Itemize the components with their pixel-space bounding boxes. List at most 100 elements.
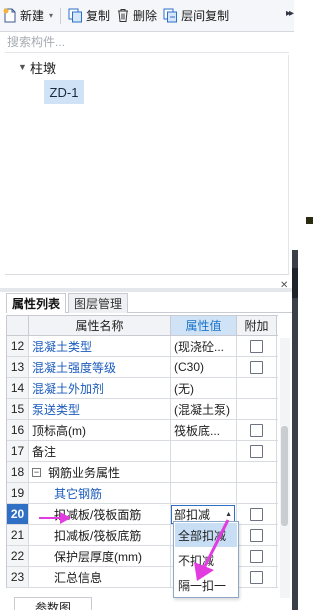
tree-node-column-pier[interactable]: ▼ 柱墩 — [18, 57, 56, 77]
property-value[interactable]: (C30) — [171, 357, 237, 377]
header-row-number — [7, 316, 29, 335]
attach-cell — [237, 462, 277, 482]
delete-label: 删除 — [133, 9, 158, 23]
search-box — [5, 33, 289, 53]
panel-divider[interactable] — [0, 288, 292, 292]
table-row[interactable]: 17 备注 — [7, 441, 278, 462]
dropdown-caret-icon[interactable]: ▲ — [225, 511, 232, 518]
close-icon[interactable]: ✕ — [280, 280, 288, 291]
group-name-cell: − 钢筋业务属性 — [29, 462, 171, 482]
property-name: 混凝土外加剂 — [29, 378, 171, 398]
row-number: 18 — [7, 462, 29, 482]
more-icon[interactable]: ▸▸ — [286, 8, 294, 19]
property-name: 顶标高(m) — [29, 420, 171, 440]
tree-node-zd-1[interactable]: ZD-1 — [44, 80, 84, 104]
attach-cell — [237, 546, 277, 566]
property-name: 其它钢筋 — [29, 483, 171, 503]
edge-marker — [306, 217, 313, 224]
attach-checkbox[interactable] — [250, 423, 263, 437]
table-row[interactable]: 16 顶标高(m) 筏板底... — [7, 420, 278, 441]
attach-cell — [237, 378, 277, 398]
tab-layer-management[interactable]: 图层管理 — [68, 293, 129, 313]
table-row[interactable]: 15 泵送类型 (混凝土泵) — [7, 399, 278, 420]
property-value[interactable]: (混凝土泵) — [171, 399, 237, 419]
new-button[interactable]: 新建 ▾ — [0, 5, 56, 27]
row-number: 23 — [7, 567, 29, 587]
row-number: 15 — [7, 399, 29, 419]
toolbar: 新建 ▾ 复制 删除 层间复制 ▸▸ — [0, 0, 294, 32]
dropdown-option-all-deduct[interactable]: 全部扣减 — [175, 523, 237, 547]
splitter-handle[interactable] — [292, 268, 298, 298]
delete-button[interactable]: 删除 — [113, 5, 160, 27]
row-number: 12 — [7, 336, 29, 356]
attach-checkbox[interactable] — [250, 570, 263, 584]
parameter-diagram-tab[interactable]: 参数图 — [14, 597, 92, 610]
floor-copy-button[interactable]: 层间复制 — [160, 5, 232, 27]
property-value[interactable]: 筏板底... — [171, 420, 237, 440]
table-row[interactable]: 12 混凝土类型 (现浇砼... — [7, 336, 278, 357]
table-row-group[interactable]: 18 − 钢筋业务属性 — [7, 462, 278, 483]
attach-checkbox[interactable] — [250, 339, 263, 353]
table-row[interactable]: 14 混凝土外加剂 (无) — [7, 378, 278, 399]
property-name: 扣减板/筏板底筋 — [29, 525, 171, 545]
attach-cell — [237, 483, 277, 503]
tree-node-label: 柱墩 — [30, 60, 57, 76]
row-number: 14 — [7, 378, 29, 398]
property-name: 扣减板/筏板面筋 — [29, 504, 171, 524]
attach-checkbox[interactable] — [250, 360, 263, 374]
tab-property-list[interactable]: 属性列表 — [6, 293, 67, 313]
header-property-value: 属性值 — [171, 316, 237, 335]
property-name: 混凝土类型 — [29, 336, 171, 356]
copy-label: 复制 — [86, 9, 111, 23]
attach-checkbox[interactable] — [250, 528, 263, 542]
floor-copy-icon — [163, 8, 178, 23]
row-number: 19 — [7, 483, 29, 503]
copy-icon — [68, 8, 83, 23]
search-input[interactable] — [5, 33, 289, 51]
property-name: 保护层厚度(mm) — [29, 546, 171, 566]
attach-cell — [237, 420, 277, 440]
new-label: 新建 — [20, 9, 45, 23]
floor-copy-label: 层间复制 — [181, 9, 230, 23]
scrollbar-thumb[interactable] — [281, 426, 288, 526]
row-number: 16 — [7, 420, 29, 440]
grid-header: 属性名称 属性值 附加 — [7, 315, 278, 336]
component-tree: ▼ 柱墩 ZD-1 — [5, 55, 289, 275]
row-number: 21 — [7, 525, 29, 545]
attach-cell — [237, 399, 277, 419]
attach-checkbox[interactable] — [250, 549, 263, 563]
row-number: 22 — [7, 546, 29, 566]
property-value[interactable] — [171, 441, 237, 461]
property-name: 混凝土强度等级 — [29, 357, 171, 377]
attach-cell — [237, 357, 277, 377]
table-row[interactable]: 13 混凝土强度等级 (C30) — [7, 357, 278, 378]
property-name: 钢筋业务属性 — [48, 465, 121, 480]
property-value[interactable]: (无) — [171, 378, 237, 398]
dropdown-option-alternate-deduct[interactable]: 隔一扣一 — [175, 573, 237, 597]
copy-button[interactable]: 复制 — [65, 5, 113, 27]
property-value[interactable]: (现浇砼... — [171, 336, 237, 356]
property-value[interactable] — [171, 483, 237, 503]
splitter-bar[interactable] — [292, 250, 298, 610]
toolbar-separator — [60, 7, 62, 24]
table-row[interactable]: 19 其它钢筋 — [7, 483, 278, 504]
property-name: 备注 — [29, 441, 171, 461]
property-name: 泵送类型 — [29, 399, 171, 419]
attach-checkbox[interactable] — [250, 444, 263, 458]
collapse-icon[interactable]: − — [32, 467, 41, 477]
attach-cell — [237, 504, 277, 524]
trash-icon — [118, 9, 129, 22]
row-number: 20 — [7, 504, 29, 524]
new-file-icon — [3, 8, 16, 23]
dropdown-list: 全部扣减 不扣减 隔一扣一 — [173, 521, 239, 598]
vertical-scrollbar[interactable] — [280, 338, 290, 598]
new-dropdown-icon[interactable]: ▾ — [49, 11, 53, 20]
attach-cell — [237, 441, 277, 461]
dropdown-option-no-deduct[interactable]: 不扣减 — [175, 548, 237, 572]
row-number: 17 — [7, 441, 29, 461]
attach-cell — [237, 336, 277, 356]
header-attach: 附加 — [237, 316, 277, 335]
attach-checkbox[interactable] — [250, 507, 263, 521]
expand-arrow-icon[interactable]: ▼ — [18, 62, 30, 72]
dropdown-value: 部扣减 — [174, 507, 211, 522]
